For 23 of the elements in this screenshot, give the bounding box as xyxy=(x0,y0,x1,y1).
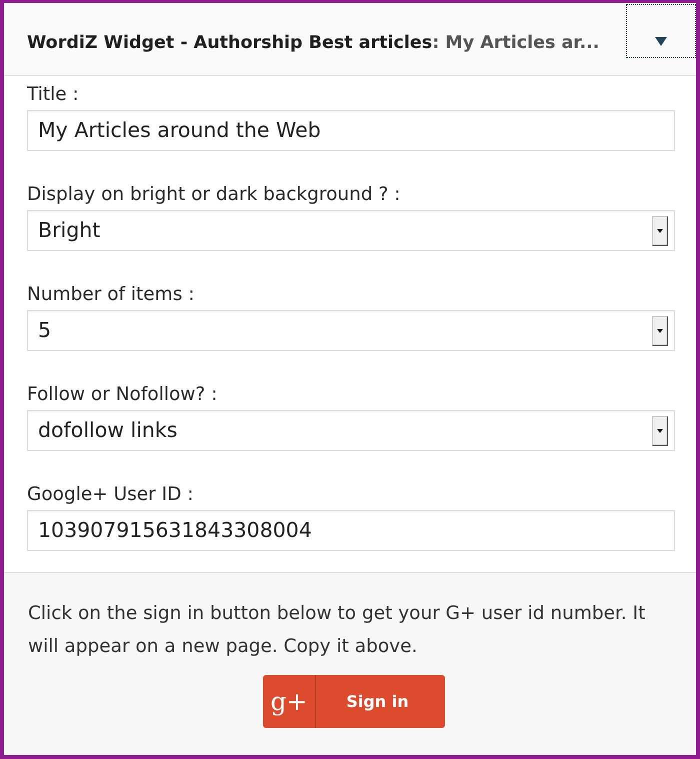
input-field[interactable]: My Articles around the Web xyxy=(27,110,675,151)
dropdown-arrow-icon xyxy=(652,416,668,446)
input-field[interactable]: 103907915631843308004 xyxy=(27,510,675,551)
signin-instructions: Click on the sign in button below to get your G+ user id number. It will appear on a new page. Copy it above. xyxy=(28,602,646,659)
field-label: Number of items : xyxy=(27,283,196,307)
select-field[interactable]: dofollow links xyxy=(27,410,675,451)
select-value: Bright xyxy=(38,217,100,244)
select-field[interactable]: 5 xyxy=(27,310,675,351)
dropdown-arrow-icon xyxy=(652,316,668,346)
select-value: dofollow links xyxy=(38,417,178,444)
google-plus-signin-button[interactable]: g+ Sign in xyxy=(263,675,445,728)
widget-toggle-button[interactable] xyxy=(626,4,696,58)
google-plus-logo: g+ xyxy=(263,675,316,728)
select-field[interactable]: Bright xyxy=(27,210,675,251)
caret-down-icon xyxy=(655,36,667,46)
widget-subtitle: : My Articles ar... xyxy=(432,33,600,53)
field-label: Google+ User ID : xyxy=(27,483,194,507)
field-label: Display on bright or dark background ? : xyxy=(27,183,402,207)
field-label: Title : xyxy=(27,83,80,107)
dropdown-arrow-icon xyxy=(652,216,668,246)
widget-title: WordiZ Widget - Authorship Best articles xyxy=(27,33,432,53)
select-value: 5 xyxy=(38,317,52,344)
field-label: Follow or Nofollow? : xyxy=(27,383,218,407)
